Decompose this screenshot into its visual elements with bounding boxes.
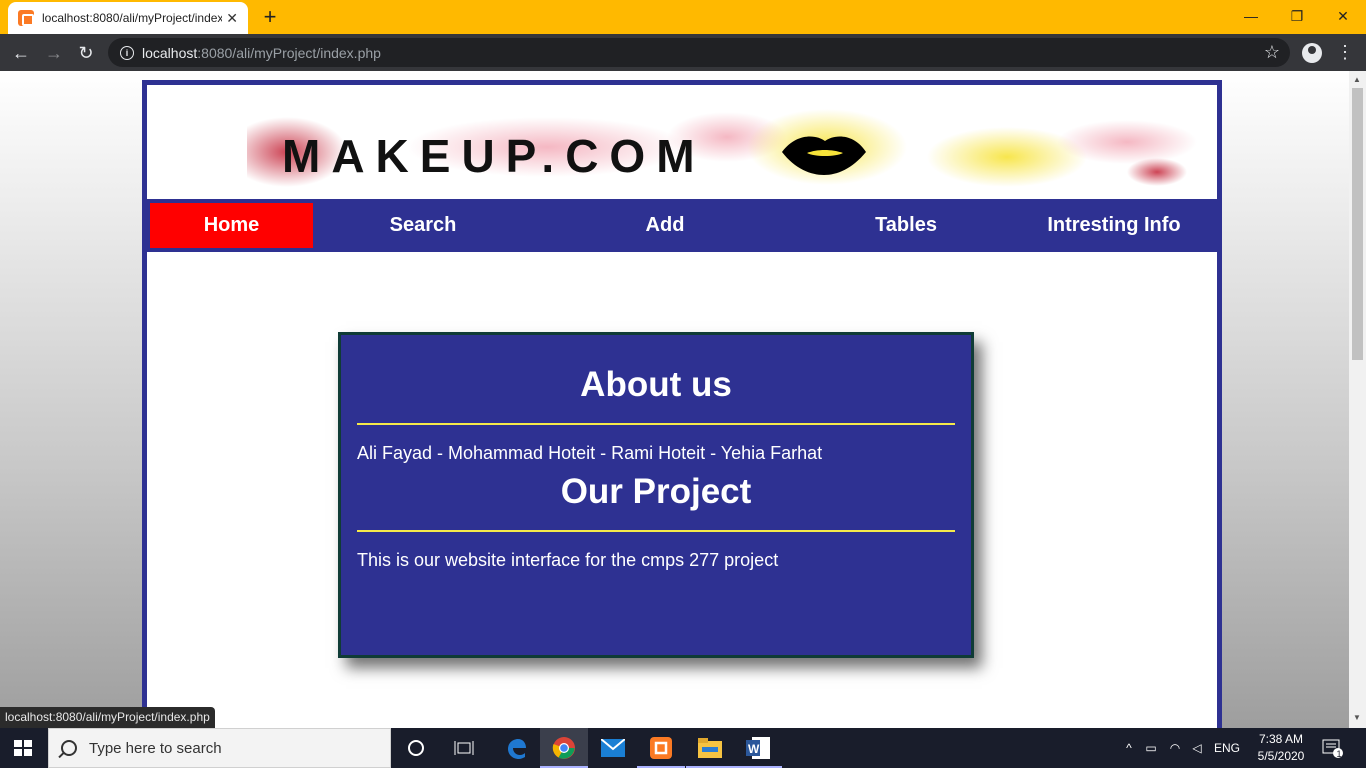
edge-icon[interactable]	[492, 728, 540, 768]
nav-home[interactable]: Home	[150, 203, 313, 248]
bookmark-star-icon[interactable]: ☆	[1264, 42, 1280, 63]
taskbar-search-box[interactable]: Type here to search	[48, 728, 391, 768]
project-divider	[357, 530, 955, 532]
clock-time: 7:38 AM	[1258, 732, 1304, 746]
wifi-icon[interactable]: ◠	[1164, 741, 1186, 755]
battery-icon[interactable]: ▭	[1138, 741, 1164, 755]
site-container: MAKEUP.COM Home Search Add Tables Intres…	[142, 80, 1222, 728]
windows-start-icon[interactable]	[14, 740, 32, 756]
windows-taskbar: Type here to search W ^ ▭ ◠ ◁ ENG 7:38 A…	[0, 728, 1366, 768]
link-status-bubble: localhost:8080/ali/myProject/index.php	[0, 707, 215, 728]
mail-icon[interactable]	[589, 728, 637, 768]
about-text: Ali Fayad - Mohammad Hoteit - Rami Hotei…	[357, 443, 823, 463]
back-icon[interactable]: ←	[8, 40, 34, 66]
cortana-icon[interactable]	[392, 728, 440, 768]
page-viewport: MAKEUP.COM Home Search Add Tables Intres…	[0, 71, 1349, 728]
profile-icon[interactable]	[1302, 43, 1322, 63]
close-tab-icon[interactable]: ✕	[226, 10, 238, 27]
show-hidden-icons-icon[interactable]: ^	[1120, 741, 1138, 755]
xampp-favicon-icon	[18, 10, 34, 26]
url-path: :8080/ali/myProject/index.php	[197, 44, 381, 61]
volume-icon[interactable]: ◁	[1186, 741, 1208, 755]
minimize-icon[interactable]: —	[1228, 0, 1274, 32]
system-tray: ^ ▭ ◠ ◁ ENG	[1120, 728, 1240, 768]
browser-tab-bar: localhost:8080/ali/myProject/index.php ✕…	[0, 0, 1366, 34]
site-banner: MAKEUP.COM	[247, 107, 1207, 193]
file-explorer-icon[interactable]	[686, 728, 734, 768]
taskbar-clock[interactable]: 7:38 AM 5/5/2020	[1250, 731, 1312, 765]
language-indicator[interactable]: ENG	[1214, 741, 1240, 755]
word-icon[interactable]: W	[734, 728, 782, 768]
new-tab-icon[interactable]: +	[258, 5, 282, 29]
url-host: localhost	[142, 44, 198, 61]
svg-text:W: W	[748, 742, 760, 756]
scroll-up-icon[interactable]: ▲	[1353, 75, 1361, 84]
reload-icon[interactable]: ↻	[73, 40, 99, 66]
search-icon	[61, 740, 77, 756]
about-card: About us Ali Fayad - Mohammad Hoteit - R…	[338, 332, 974, 658]
nav-tables[interactable]: Tables	[826, 203, 986, 248]
scroll-thumb[interactable]	[1352, 88, 1363, 360]
search-placeholder: Type here to search	[89, 739, 222, 757]
menu-dots-icon[interactable]: ⋮	[1336, 42, 1354, 62]
scroll-down-icon[interactable]: ▼	[1353, 713, 1361, 722]
tab-title: localhost:8080/ali/myProject/index.php	[42, 11, 222, 25]
nav-search[interactable]: Search	[343, 203, 503, 248]
site-nav: Home Search Add Tables Intresting Info	[147, 199, 1217, 252]
chrome-icon[interactable]	[540, 728, 588, 768]
action-center-icon[interactable]: 1	[1322, 728, 1344, 768]
clock-date: 5/5/2020	[1257, 749, 1305, 763]
about-title: About us	[580, 365, 732, 404]
about-divider	[357, 423, 955, 425]
project-title: Our Project	[560, 472, 752, 511]
page-scrollbar[interactable]: ▲ ▼	[1349, 71, 1366, 728]
nav-intresting-info[interactable]: Intresting Info	[1029, 203, 1199, 248]
browser-toolbar: ← → ↻ i localhost:8080/ali/myProject/ind…	[0, 34, 1366, 71]
browser-tab[interactable]: localhost:8080/ali/myProject/index.php ✕	[8, 2, 248, 34]
restore-icon[interactable]: ❐	[1274, 0, 1320, 32]
close-window-icon[interactable]: ✕	[1320, 0, 1366, 32]
task-view-icon[interactable]	[440, 728, 488, 768]
site-info-icon[interactable]: i	[120, 45, 134, 60]
project-text: This is our website interface for the cm…	[357, 550, 779, 570]
xampp-icon[interactable]	[637, 728, 685, 768]
address-bar[interactable]: i localhost:8080/ali/myProject/index.php…	[108, 38, 1290, 67]
nav-add[interactable]: Add	[585, 203, 745, 248]
notification-count-badge: 1	[1336, 749, 1342, 759]
forward-icon[interactable]: →	[41, 40, 67, 66]
site-logo: MAKEUP.COM	[282, 130, 706, 182]
